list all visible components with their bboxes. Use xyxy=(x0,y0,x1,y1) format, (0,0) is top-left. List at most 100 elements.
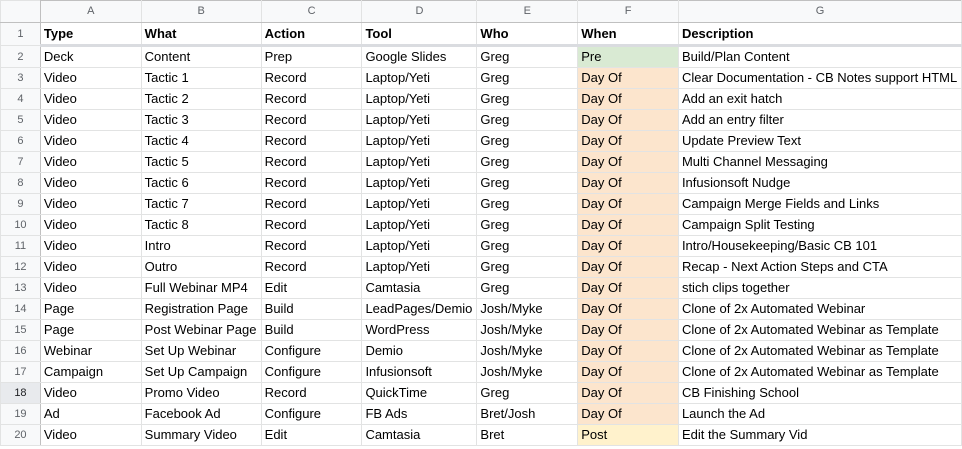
cell-when[interactable]: Day Of xyxy=(577,298,679,320)
row-header[interactable]: 8 xyxy=(0,172,41,194)
cell-type[interactable]: Video xyxy=(39,277,142,299)
select-all-corner[interactable] xyxy=(0,0,41,23)
header-cell-tool[interactable]: Tool xyxy=(361,22,478,47)
cell-when[interactable]: Day Of xyxy=(577,340,679,362)
cell-description[interactable]: Campaign Split Testing xyxy=(677,214,962,236)
cell-tool[interactable]: Laptop/Yeti xyxy=(361,235,478,257)
cell-what[interactable]: Post Webinar Page xyxy=(140,319,262,341)
column-header-d[interactable]: D xyxy=(361,0,478,23)
cell-what[interactable]: Tactic 5 xyxy=(140,151,262,173)
cell-when[interactable]: Day Of xyxy=(577,109,679,131)
cell-what[interactable]: Set Up Campaign xyxy=(140,361,262,383)
row-header[interactable]: 15 xyxy=(0,319,41,341)
cell-when[interactable]: Day Of xyxy=(577,277,679,299)
cell-tool[interactable]: FB Ads xyxy=(361,403,478,425)
cell-type[interactable]: Video xyxy=(39,109,142,131)
row-header[interactable]: 16 xyxy=(0,340,41,362)
row-header[interactable]: 4 xyxy=(0,88,41,110)
row-header[interactable]: 7 xyxy=(0,151,41,173)
cell-type[interactable]: Video xyxy=(39,256,142,278)
cell-type[interactable]: Page xyxy=(39,298,142,320)
cell-action[interactable]: Record xyxy=(260,130,363,152)
row-header[interactable]: 19 xyxy=(0,403,41,425)
cell-description[interactable]: Clone of 2x Automated Webinar xyxy=(677,298,962,320)
cell-who[interactable]: Greg xyxy=(476,151,579,173)
cell-type[interactable]: Video xyxy=(39,172,142,194)
header-cell-type[interactable]: Type xyxy=(39,22,142,47)
cell-action[interactable]: Record xyxy=(260,109,363,131)
cell-type[interactable]: Video xyxy=(39,214,142,236)
cell-type[interactable]: Video xyxy=(39,193,142,215)
cell-when[interactable]: Post xyxy=(577,424,679,446)
cell-type[interactable]: Deck xyxy=(39,45,142,68)
cell-when[interactable]: Day Of xyxy=(577,88,679,110)
cell-action[interactable]: Configure xyxy=(260,403,363,425)
row-header[interactable]: 6 xyxy=(0,130,41,152)
column-header-b[interactable]: B xyxy=(140,0,262,23)
cell-who[interactable]: Bret/Josh xyxy=(476,403,579,425)
cell-when[interactable]: Day Of xyxy=(577,382,679,404)
cell-tool[interactable]: Laptop/Yeti xyxy=(361,172,478,194)
cell-who[interactable]: Greg xyxy=(476,109,579,131)
cell-who[interactable]: Josh/Myke xyxy=(476,319,579,341)
row-header[interactable]: 2 xyxy=(0,45,41,68)
cell-action[interactable]: Record xyxy=(260,172,363,194)
cell-who[interactable]: Greg xyxy=(476,172,579,194)
cell-what[interactable]: Tactic 1 xyxy=(140,67,262,89)
cell-action[interactable]: Record xyxy=(260,193,363,215)
cell-who[interactable]: Josh/Myke xyxy=(476,361,579,383)
cell-tool[interactable]: Infusionsoft xyxy=(361,361,478,383)
row-header[interactable]: 18 xyxy=(0,382,41,404)
cell-when[interactable]: Day Of xyxy=(577,256,679,278)
cell-type[interactable]: Video xyxy=(39,88,142,110)
cell-tool[interactable]: Camtasia xyxy=(361,277,478,299)
cell-description[interactable]: Add an exit hatch xyxy=(677,88,962,110)
cell-who[interactable]: Josh/Myke xyxy=(476,298,579,320)
cell-description[interactable]: Launch the Ad xyxy=(677,403,962,425)
cell-what[interactable]: Tactic 3 xyxy=(140,109,262,131)
column-header-c[interactable]: C xyxy=(260,0,363,23)
cell-who[interactable]: Greg xyxy=(476,235,579,257)
cell-action[interactable]: Edit xyxy=(260,277,363,299)
cell-when[interactable]: Day Of xyxy=(577,67,679,89)
cell-description[interactable]: Recap - Next Action Steps and CTA xyxy=(677,256,962,278)
cell-type[interactable]: Campaign xyxy=(39,361,142,383)
cell-what[interactable]: Registration Page xyxy=(140,298,262,320)
cell-description[interactable]: Clone of 2x Automated Webinar as Templat… xyxy=(677,361,962,383)
cell-description[interactable]: CB Finishing School xyxy=(677,382,962,404)
cell-tool[interactable]: Laptop/Yeti xyxy=(361,109,478,131)
cell-tool[interactable]: Laptop/Yeti xyxy=(361,151,478,173)
cell-tool[interactable]: Laptop/Yeti xyxy=(361,256,478,278)
row-header[interactable]: 10 xyxy=(0,214,41,236)
header-cell-who[interactable]: Who xyxy=(476,22,579,47)
cell-when[interactable]: Day Of xyxy=(577,172,679,194)
cell-what[interactable]: Facebook Ad xyxy=(140,403,262,425)
cell-tool[interactable]: Laptop/Yeti xyxy=(361,130,478,152)
row-header[interactable]: 9 xyxy=(0,193,41,215)
cell-when[interactable]: Day Of xyxy=(577,403,679,425)
cell-description[interactable]: Clear Documentation - CB Notes support H… xyxy=(677,67,962,89)
cell-tool[interactable]: Demio xyxy=(361,340,478,362)
cell-what[interactable]: Promo Video xyxy=(140,382,262,404)
cell-who[interactable]: Greg xyxy=(476,214,579,236)
cell-who[interactable]: Bret xyxy=(476,424,579,446)
cell-action[interactable]: Record xyxy=(260,235,363,257)
row-header[interactable]: 17 xyxy=(0,361,41,383)
cell-who[interactable]: Josh/Myke xyxy=(476,340,579,362)
cell-what[interactable]: Tactic 7 xyxy=(140,193,262,215)
cell-what[interactable]: Content xyxy=(140,45,262,68)
cell-action[interactable]: Record xyxy=(260,88,363,110)
column-header-f[interactable]: F xyxy=(577,0,679,23)
cell-action[interactable]: Record xyxy=(260,151,363,173)
cell-who[interactable]: Greg xyxy=(476,193,579,215)
cell-what[interactable]: Tactic 4 xyxy=(140,130,262,152)
header-cell-what[interactable]: What xyxy=(140,22,262,47)
cell-when[interactable]: Day Of xyxy=(577,361,679,383)
row-header[interactable]: 3 xyxy=(0,67,41,89)
row-header[interactable]: 13 xyxy=(0,277,41,299)
cell-what[interactable]: Tactic 6 xyxy=(140,172,262,194)
cell-when[interactable]: Day Of xyxy=(577,151,679,173)
cell-action[interactable]: Configure xyxy=(260,361,363,383)
cell-type[interactable]: Video xyxy=(39,151,142,173)
cell-action[interactable]: Configure xyxy=(260,340,363,362)
